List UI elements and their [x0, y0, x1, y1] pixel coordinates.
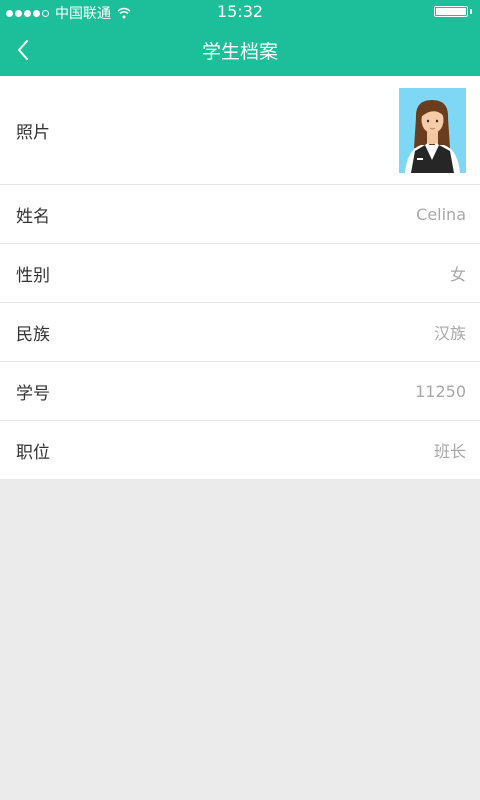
field-value: 汉族 [433, 324, 466, 343]
field-row-position[interactable]: 职位 班长 [0, 420, 480, 479]
student-avatar[interactable] [399, 87, 466, 173]
app-header: 中国联通 15:32 学生档案 [0, 0, 480, 76]
field-label: 学号 [16, 383, 50, 404]
field-value: 女 [449, 265, 466, 284]
status-time: 15:32 [216, 2, 264, 21]
photo-row[interactable]: 照片 [0, 76, 480, 184]
field-value: 班长 [433, 442, 466, 461]
field-value: 11250 [415, 381, 466, 401]
profile-list: 照片 姓名 Celina 性别 女 民族 汉族 学号 11250 职位 班长 [0, 76, 480, 479]
field-row-ethnicity[interactable]: 民族 汉族 [0, 302, 480, 361]
field-label: 民族 [16, 324, 50, 345]
field-row-name[interactable]: 姓名 Celina [0, 184, 480, 243]
status-bar: 中国联通 15:32 [0, 0, 480, 24]
field-row-student-id[interactable]: 学号 11250 [0, 361, 480, 420]
field-label: 性别 [16, 265, 50, 286]
photo-label: 照片 [16, 122, 50, 143]
page-title: 学生档案 [201, 41, 278, 63]
field-value: Celina [416, 204, 466, 224]
field-row-gender[interactable]: 性别 女 [0, 243, 480, 302]
field-label: 职位 [16, 442, 50, 463]
field-label: 姓名 [16, 206, 50, 227]
nav-bar: 学生档案 [0, 24, 480, 76]
battery-icon [434, 6, 472, 17]
